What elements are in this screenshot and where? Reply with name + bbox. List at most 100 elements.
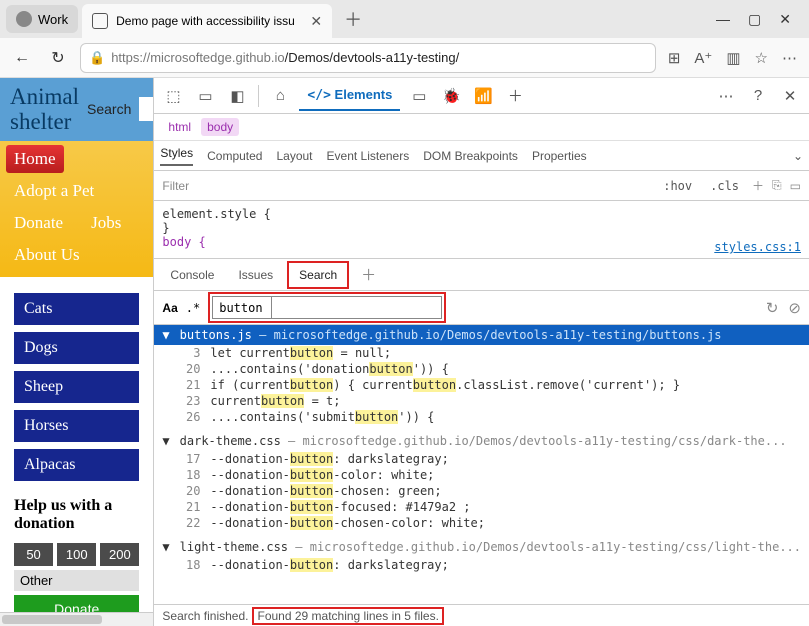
address-row: ← ↻ 🔒 https://microsoftedge.github.io/De… xyxy=(0,38,809,78)
category-item[interactable]: Alpacas xyxy=(14,449,139,481)
tab-strip: Work Demo page with accessibility issu ✕… xyxy=(0,0,809,38)
lock-icon: 🔒 xyxy=(89,50,105,66)
bug-icon[interactable]: 🐞 xyxy=(438,83,464,109)
filter-input[interactable]: Filter xyxy=(162,179,189,193)
add-rule-icon[interactable]: ＋ xyxy=(752,177,764,194)
cls-toggle[interactable]: .cls xyxy=(705,177,744,195)
collections-icon[interactable]: ▥ xyxy=(726,49,740,67)
result-line[interactable]: 20....contains('donationbutton')) { xyxy=(154,361,809,377)
main-nav: Home Adopt a Pet Donate Jobs About Us xyxy=(0,141,153,277)
result-line[interactable]: 18--donation-button-color: white; xyxy=(154,467,809,483)
close-window-button[interactable]: ✕ xyxy=(779,11,791,28)
favorite-icon[interactable]: ☆ xyxy=(755,49,768,67)
result-file-header[interactable]: ▼ light-theme.css — microsoftedge.github… xyxy=(154,537,809,557)
favicon-icon xyxy=(92,13,108,29)
add-drawer-tab-icon[interactable]: ＋ xyxy=(353,264,384,285)
tab-dom-breakpoints[interactable]: DOM Breakpoints xyxy=(423,149,518,163)
donate-section: Help us with a donation 50 100 200 Other… xyxy=(0,489,153,626)
inspect-icon[interactable]: ⬚ xyxy=(160,83,186,109)
add-tab-icon[interactable]: ＋ xyxy=(502,83,528,109)
new-tab-button[interactable]: ＋ xyxy=(336,6,370,32)
tab-title: Demo page with accessibility issu xyxy=(116,14,302,28)
search-label: Search xyxy=(87,101,131,117)
result-line[interactable]: 17--donation-button: darkslategray; xyxy=(154,451,809,467)
regex-icon[interactable]: .* xyxy=(186,301,200,315)
result-line[interactable]: 21if (currentbutton) { currentbutton.cla… xyxy=(154,377,809,393)
crumb-body[interactable]: body xyxy=(201,118,239,136)
result-line[interactable]: 23currentbutton = t; xyxy=(154,393,809,409)
nav-donate[interactable]: Donate xyxy=(6,209,71,237)
result-line[interactable]: 26....contains('submitbutton')) { xyxy=(154,409,809,425)
more-tools-icon[interactable]: ⋯ xyxy=(713,83,739,109)
app-tab-icon[interactable]: ▭ xyxy=(406,83,432,109)
category-item[interactable]: Cats xyxy=(14,293,139,325)
styles-filter-row: Filter :hov .cls ＋ ⎘ ▭ xyxy=(154,171,809,201)
search-input-field[interactable] xyxy=(212,296,272,319)
tab-search[interactable]: Search xyxy=(287,261,349,289)
tab-layout[interactable]: Layout xyxy=(276,149,312,163)
tab-styles[interactable]: Styles xyxy=(160,146,193,166)
minimize-button[interactable]: — xyxy=(716,11,730,28)
hov-toggle[interactable]: :hov xyxy=(658,177,697,195)
address-bar[interactable]: 🔒 https://microsoftedge.github.io/Demos/… xyxy=(80,43,656,73)
app-icon[interactable]: ⊞ xyxy=(668,49,681,67)
tab-issues[interactable]: Issues xyxy=(228,263,283,287)
browser-tab[interactable]: Demo page with accessibility issu ✕ xyxy=(82,4,332,38)
read-aloud-icon[interactable]: A⁺ xyxy=(694,49,712,67)
network-icon[interactable]: 📶 xyxy=(470,83,496,109)
tab-event-listeners[interactable]: Event Listeners xyxy=(327,149,410,163)
back-button[interactable]: ← xyxy=(8,44,36,72)
match-case-icon[interactable]: Aa xyxy=(162,301,177,315)
tab-console[interactable]: Console xyxy=(160,263,224,287)
work-profile-badge[interactable]: Work xyxy=(6,5,78,33)
nav-jobs[interactable]: Jobs xyxy=(83,209,129,237)
nav-about[interactable]: About Us xyxy=(6,241,88,269)
device-icon[interactable]: ▭ xyxy=(192,83,218,109)
elements-tab[interactable]: </> Elements xyxy=(299,81,400,111)
nav-home[interactable]: Home xyxy=(6,145,64,173)
category-item[interactable]: Sheep xyxy=(14,371,139,403)
page-viewport: Animalshelter Search Home Adopt a Pet Do… xyxy=(0,78,153,626)
dock-icon[interactable]: ◧ xyxy=(224,83,250,109)
close-devtools-icon[interactable]: ✕ xyxy=(777,83,803,109)
more-icon[interactable]: ⋯ xyxy=(782,49,797,67)
result-line[interactable]: 20--donation-button-chosen: green; xyxy=(154,483,809,499)
refresh-search-icon[interactable]: ↻ xyxy=(766,299,779,317)
amount-other[interactable]: Other xyxy=(14,570,139,591)
amount-200[interactable]: 200 xyxy=(100,543,139,566)
clear-search-icon[interactable]: ⊘ xyxy=(788,299,801,317)
styles-source-link[interactable]: styles.css:1 xyxy=(714,240,801,254)
result-line[interactable]: 3let currentbutton = null; xyxy=(154,345,809,361)
tab-properties[interactable]: Properties xyxy=(532,149,587,163)
result-line[interactable]: 21--donation-button-focused: #1479a2 ; xyxy=(154,499,809,515)
tab-computed[interactable]: Computed xyxy=(207,149,262,163)
copy-icon[interactable]: ⎘ xyxy=(772,178,782,193)
devtools-panel: ⬚ ▭ ◧ ⌂ </> Elements ▭ 🐞 📶 ＋ ⋯ ? ✕ html … xyxy=(153,78,809,626)
toggle-pane-icon[interactable]: ▭ xyxy=(790,179,801,193)
chevron-down-icon[interactable]: ⌄ xyxy=(793,149,803,163)
result-file-header[interactable]: ▼ buttons.js — microsoftedge.github.io/D… xyxy=(154,325,809,345)
styles-content: element.style { } body { styles.css:1 xyxy=(154,201,809,259)
search-result-count: Found 29 matching lines in 5 files. xyxy=(252,607,443,625)
maximize-button[interactable]: ▢ xyxy=(748,11,761,28)
amount-50[interactable]: 50 xyxy=(14,543,53,566)
result-line[interactable]: 22--donation-button-chosen-color: white; xyxy=(154,515,809,531)
donate-heading: Help us with a donation xyxy=(14,497,139,533)
result-file-header[interactable]: ▼ dark-theme.css — microsoftedge.github.… xyxy=(154,431,809,451)
horizontal-scrollbar[interactable] xyxy=(0,612,153,626)
help-icon[interactable]: ? xyxy=(745,83,771,109)
category-item[interactable]: Dogs xyxy=(14,332,139,364)
home-icon[interactable]: ⌂ xyxy=(267,83,293,109)
close-tab-icon[interactable]: ✕ xyxy=(310,13,322,30)
nav-adopt[interactable]: Adopt a Pet xyxy=(6,177,102,205)
search-input[interactable] xyxy=(139,97,153,121)
refresh-button[interactable]: ↻ xyxy=(44,44,72,72)
profile-icon xyxy=(16,11,32,27)
crumb-html[interactable]: html xyxy=(162,118,197,136)
drawer-tabs: Console Issues Search ＋ xyxy=(154,259,809,291)
amount-100[interactable]: 100 xyxy=(57,543,96,566)
work-label: Work xyxy=(38,12,68,27)
search-bar: Aa .* ↻ ⊘ xyxy=(154,291,809,325)
result-line[interactable]: 18--donation-button: darkslategray; xyxy=(154,557,809,573)
category-item[interactable]: Horses xyxy=(14,410,139,442)
